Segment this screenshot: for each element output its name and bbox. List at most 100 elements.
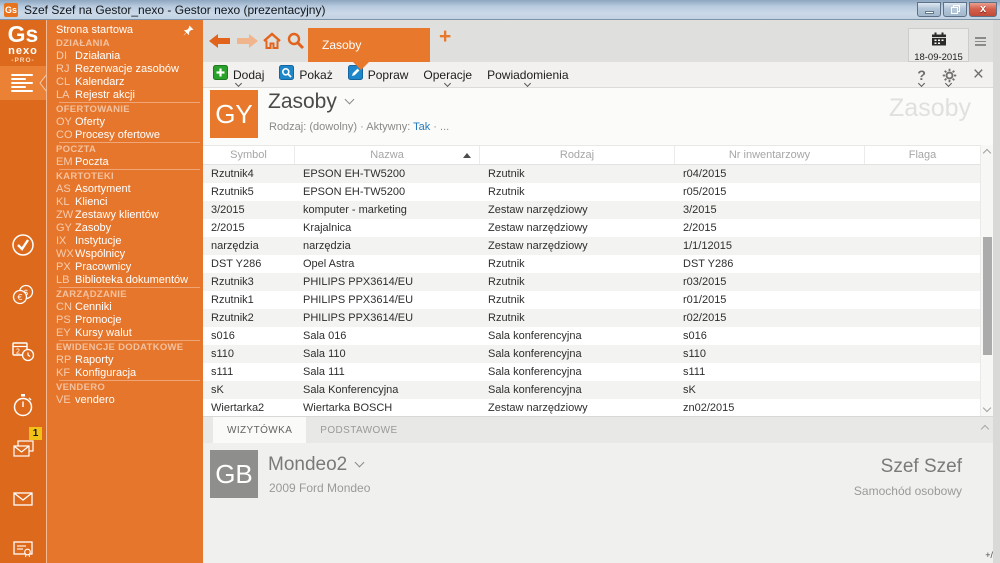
table-row-rzutnik5[interactable]: Rzutnik5 EPSON EH-TW5200 Rzutnik r05/2015 bbox=[203, 183, 980, 201]
table-row-s111[interactable]: s111 Sala 111 Sala konferencyjna s111 bbox=[203, 363, 980, 381]
home-icon[interactable] bbox=[262, 32, 282, 50]
table-scrollbar[interactable] bbox=[980, 145, 993, 416]
table-row-sk[interactable]: sK Sala Konferencyjna Sala konferencyjna sK bbox=[203, 381, 980, 399]
tab-wizytówka[interactable]: WIZYTÓWKA bbox=[213, 417, 307, 444]
cell-flaga bbox=[865, 291, 980, 309]
sidebar-item-label: Strona startowa bbox=[56, 24, 134, 36]
table-row-s110[interactable]: s110 Sala 110 Sala konferencyjna s110 bbox=[203, 345, 980, 363]
scroll-down-icon[interactable] bbox=[982, 403, 992, 413]
cell-symbol: DST Y286 bbox=[211, 258, 262, 270]
table-row-rzutnik3[interactable]: Rzutnik3 PHILIPS PPX3614/EU Rzutnik r03/201… bbox=[203, 273, 980, 291]
sidebar-section-kartoteki: KARTOTEKI bbox=[56, 171, 114, 182]
filter-aktywny-value[interactable]: Tak bbox=[413, 121, 430, 133]
operacje-button[interactable]: Operacje bbox=[420, 62, 475, 88]
close-icon[interactable]: x bbox=[969, 2, 997, 17]
cell-symbol: narzędzia bbox=[211, 240, 259, 252]
close-view-icon[interactable]: × bbox=[973, 62, 984, 88]
toolbar-right: ? × bbox=[917, 62, 984, 88]
detail-category: Samochód osobowy bbox=[853, 484, 962, 498]
dodaj-button[interactable]: Dodaj bbox=[210, 62, 267, 88]
cell-nazwa: PHILIPS PPX3614/EU bbox=[303, 276, 414, 288]
column-header-nazwa[interactable]: Nazwa bbox=[295, 146, 480, 164]
sidebar-item-procesy-ofertowe[interactable]: CO Procesy ofertowe bbox=[47, 129, 203, 142]
sidebar-item-cenniki[interactable]: CN Cenniki bbox=[47, 301, 203, 314]
sidebar-section-ofertowanie: OFERTOWANIE bbox=[56, 104, 130, 115]
sidebar-item-zasoby[interactable]: GY Zasoby bbox=[47, 222, 203, 235]
column-header-flaga[interactable]: Flaga bbox=[865, 146, 980, 164]
table-row-rzutnik4[interactable]: Rzutnik4 EPSON EH-TW5200 Rzutnik r04/2015 bbox=[203, 165, 980, 183]
sidebar-item-poczta[interactable]: EM Poczta bbox=[47, 156, 203, 169]
table-row-3-2015[interactable]: 3/2015 komputer - marketing Zestaw narzędz… bbox=[203, 201, 980, 219]
sidebar-item-klienci[interactable]: KL Klienci bbox=[47, 196, 203, 209]
column-header-symbol[interactable]: Symbol bbox=[203, 146, 295, 164]
detail-title[interactable]: Mondeo2 bbox=[268, 454, 365, 476]
tab-zasoby[interactable]: Zasoby bbox=[308, 28, 430, 62]
filter-more[interactable]: ... bbox=[440, 121, 449, 133]
schedule-icon[interactable]: 2 bbox=[10, 338, 36, 364]
new-tab-button[interactable]: + bbox=[439, 25, 451, 49]
restore-icon[interactable] bbox=[943, 2, 967, 17]
powiadomienia-button[interactable]: Powiadomienia bbox=[484, 62, 571, 88]
back-icon[interactable] bbox=[209, 32, 231, 50]
cell-rodzaj: Rzutnik bbox=[488, 258, 525, 270]
timer-icon[interactable] bbox=[10, 392, 36, 418]
sidebar-item-kursy-walut[interactable]: EY Kursy walut bbox=[47, 327, 203, 340]
filter-bar[interactable]: Rodzaj: (dowolny) · Aktywny: Tak · ... bbox=[269, 121, 449, 133]
table-row-rzutnik2[interactable]: Rzutnik2 PHILIPS PPX3614/EU Rzutnik r02/201… bbox=[203, 309, 980, 327]
sidebar-item-code: LB bbox=[56, 274, 70, 286]
cell-flaga bbox=[865, 219, 980, 237]
sidebar-item-label: Konfiguracja bbox=[75, 367, 137, 379]
sidebar-item-zestawy-klientów[interactable]: ZW Zestawy klientów bbox=[47, 209, 203, 222]
sidebar-item-promocje[interactable]: PS Promocje bbox=[47, 314, 203, 327]
sidebar-item-rezerwacje-zasobów[interactable]: RJ Rezerwacje zasobów bbox=[47, 63, 203, 76]
toolbar: Dodaj Pokaż Popraw Operacje Powiadomienia ? × bbox=[203, 62, 1000, 88]
cell-nazwa: narzędzia bbox=[303, 240, 351, 252]
search-icon[interactable] bbox=[287, 32, 305, 50]
license-icon[interactable] bbox=[10, 536, 36, 562]
table-row-dst-y286[interactable]: DST Y286 Opel Astra Rzutnik DST Y286 bbox=[203, 255, 980, 273]
minimize-icon[interactable] bbox=[917, 2, 941, 17]
sidebar-item-label: Wspólnicy bbox=[75, 248, 126, 260]
sidebar-item-rejestr-akcji[interactable]: LA Rejestr akcji bbox=[47, 89, 203, 102]
mail-icon[interactable] bbox=[10, 486, 36, 512]
cell-nr-inwentarzowy: zn02/2015 bbox=[683, 402, 735, 414]
sidebar-item-label: Poczta bbox=[75, 156, 109, 168]
tab-podstawowe[interactable]: PODSTAWOWE bbox=[306, 417, 411, 444]
add-icon bbox=[213, 65, 228, 85]
sidebar-item-label: Oferty bbox=[75, 116, 105, 128]
sidebar-item-pracownicy[interactable]: PX Pracownicy bbox=[47, 261, 203, 274]
table-row-narzędzia[interactable]: narzędzia narzędzia Zestaw narzędziowy 1/1/… bbox=[203, 237, 980, 255]
table-row-2-2015[interactable]: 2/2015 Krajalnica Zestaw narzędziowy 2/2015 bbox=[203, 219, 980, 237]
table-row-wiertarka2[interactable]: Wiertarka2 Wiertarka BOSCH Zestaw narzędzi… bbox=[203, 399, 980, 417]
cell-symbol: Rzutnik2 bbox=[211, 312, 254, 324]
sidebar-item-raporty[interactable]: RP Raporty bbox=[47, 354, 203, 367]
sidebar-item-instytucje[interactable]: IX Instytucje bbox=[47, 235, 203, 248]
table-row-rzutnik1[interactable]: Rzutnik1 PHILIPS PPX3614/EU Rzutnik r01/201… bbox=[203, 291, 980, 309]
sidebar-item-strona-startowa[interactable]: Strona startowa bbox=[47, 24, 203, 37]
page-title[interactable]: Zasoby bbox=[268, 90, 355, 114]
finance-icon[interactable]: $ € bbox=[10, 282, 36, 308]
scroll-up-icon[interactable] bbox=[982, 148, 992, 158]
tab-list-icon[interactable] bbox=[975, 37, 986, 48]
gear-icon[interactable] bbox=[942, 62, 957, 88]
sidebar-item-oferty[interactable]: OY Oferty bbox=[47, 116, 203, 129]
column-header-rodzaj[interactable]: Rodzaj bbox=[480, 146, 675, 164]
sidebar-item-działania[interactable]: DI Działania bbox=[47, 50, 203, 63]
table-row-s016[interactable]: s016 Sala 016 Sala konferencyjna s016 bbox=[203, 327, 980, 345]
pokaż-button[interactable]: Pokaż bbox=[276, 62, 335, 88]
tasks-done-icon[interactable] bbox=[10, 232, 36, 258]
forward-icon[interactable] bbox=[236, 32, 258, 50]
sidebar-item-kalendarz[interactable]: CL Kalendarz bbox=[47, 76, 203, 89]
help-icon[interactable]: ? bbox=[917, 62, 926, 88]
cell-nr-inwentarzowy: 3/2015 bbox=[683, 204, 717, 216]
scrollbar-thumb[interactable] bbox=[983, 237, 992, 355]
sidebar-item-wspólnicy[interactable]: WX Wspólnicy bbox=[47, 248, 203, 261]
sidebar-item-label: Promocje bbox=[75, 314, 122, 326]
sidebar-item-konfiguracja[interactable]: KF Konfiguracja bbox=[47, 367, 203, 380]
sidebar-item-biblioteka-dokumentów[interactable]: LB Biblioteka dokumentów bbox=[47, 274, 203, 287]
sidebar-section-poczta: POCZTA bbox=[56, 144, 97, 155]
date-button[interactable]: 18-09-2015 bbox=[908, 28, 969, 63]
sidebar-item-vendero[interactable]: VE vendero bbox=[47, 394, 203, 407]
column-header-nr-inwentarzowy[interactable]: Nr inwentarzowy bbox=[675, 146, 865, 164]
sidebar-item-asortyment[interactable]: AS Asortyment bbox=[47, 183, 203, 196]
